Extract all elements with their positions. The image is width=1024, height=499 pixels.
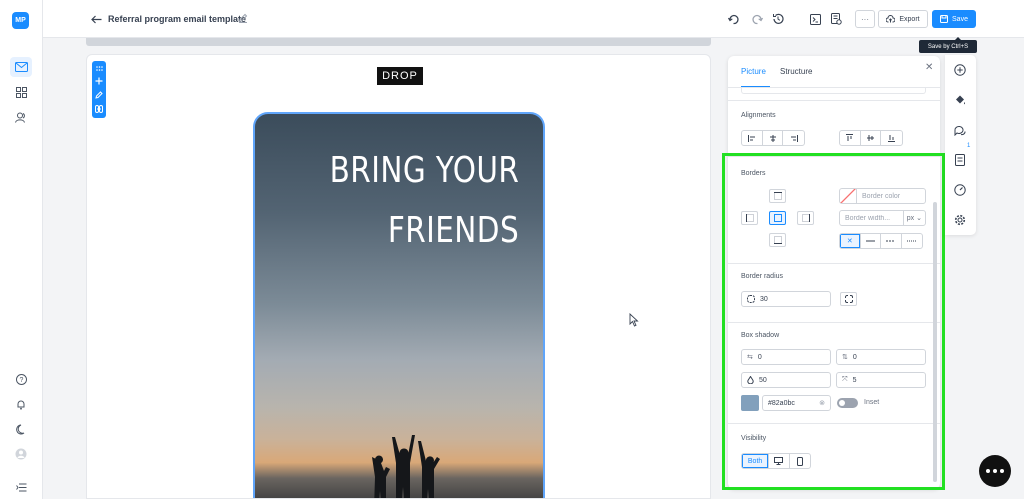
settings-gear-icon[interactable] bbox=[952, 212, 968, 228]
collapse-menu-icon[interactable] bbox=[10, 477, 32, 497]
edit-block-icon[interactable] bbox=[95, 91, 103, 99]
align-top-icon[interactable] bbox=[840, 131, 861, 145]
code-icon[interactable] bbox=[807, 11, 823, 27]
back-arrow-icon[interactable] bbox=[88, 11, 104, 27]
export-label: Export bbox=[899, 15, 920, 23]
chat-dot bbox=[986, 469, 990, 473]
align-right-icon[interactable] bbox=[783, 131, 804, 145]
align-center-icon[interactable] bbox=[763, 131, 784, 145]
speedometer-icon[interactable] bbox=[952, 182, 968, 198]
mouse-cursor-icon bbox=[629, 313, 639, 327]
highlight-box bbox=[722, 153, 945, 490]
structure-ruler bbox=[86, 38, 711, 46]
block-toolbar bbox=[92, 61, 106, 118]
info-badge-count: 1 bbox=[967, 143, 971, 149]
save-button[interactable]: Save bbox=[932, 10, 976, 28]
vertical-align-group bbox=[839, 130, 903, 146]
drag-handle-icon[interactable] bbox=[95, 66, 103, 71]
mail-icon[interactable] bbox=[10, 57, 32, 77]
floppy-icon bbox=[940, 15, 949, 23]
left-rail: MP ? bbox=[0, 0, 43, 499]
alignments-label: Alignments bbox=[741, 112, 776, 119]
tab-picture[interactable]: Picture bbox=[741, 67, 766, 76]
hero-headline-line2: FRIENDS bbox=[387, 210, 519, 251]
redo-icon[interactable] bbox=[749, 11, 765, 27]
save-label: Save bbox=[952, 15, 968, 23]
avatar[interactable] bbox=[10, 444, 32, 464]
close-icon[interactable]: ✕ bbox=[925, 62, 933, 73]
tab-structure[interactable]: Structure bbox=[780, 67, 812, 76]
svg-text:?: ? bbox=[19, 377, 23, 384]
section-divider bbox=[728, 100, 940, 101]
moon-icon[interactable] bbox=[10, 419, 32, 439]
paint-bucket-icon[interactable] bbox=[952, 92, 968, 108]
history-icon[interactable] bbox=[770, 11, 786, 27]
comments-icon[interactable] bbox=[952, 122, 968, 138]
app-logo[interactable]: MP bbox=[12, 12, 29, 29]
bell-icon[interactable] bbox=[10, 394, 32, 414]
friends-silhouette bbox=[372, 435, 440, 498]
export-button[interactable]: Export bbox=[878, 10, 928, 28]
tool-strip bbox=[945, 55, 976, 235]
more-options-button[interactable]: ··· bbox=[855, 10, 875, 28]
hero-headline-line1: BRING YOUR bbox=[329, 150, 519, 191]
undo-icon[interactable] bbox=[725, 11, 741, 27]
add-icon[interactable] bbox=[95, 77, 103, 85]
users-icon[interactable] bbox=[10, 107, 32, 127]
chat-dot bbox=[1000, 469, 1004, 473]
align-bottom-icon[interactable] bbox=[881, 131, 902, 145]
email-canvas[interactable]: DROP BRING YOUR FRIENDS bbox=[86, 54, 711, 499]
test-email-icon[interactable] bbox=[828, 11, 844, 27]
link-icon[interactable] bbox=[95, 105, 103, 113]
template-title: Referral program email template bbox=[108, 14, 247, 24]
template-info-icon[interactable] bbox=[952, 152, 968, 168]
help-icon[interactable]: ? bbox=[10, 369, 32, 389]
align-left-icon[interactable] bbox=[742, 131, 763, 145]
chat-button[interactable] bbox=[979, 455, 1011, 487]
chat-dot bbox=[993, 469, 997, 473]
grid-icon[interactable] bbox=[10, 82, 32, 102]
horizontal-align-group bbox=[741, 130, 805, 146]
save-tooltip: Save by Ctrl+S bbox=[919, 37, 977, 53]
hero-image[interactable]: BRING YOUR FRIENDS bbox=[253, 112, 545, 498]
align-middle-icon[interactable] bbox=[861, 131, 882, 145]
collapsed-field-stub bbox=[741, 88, 926, 94]
add-block-icon[interactable] bbox=[952, 62, 968, 78]
cloud-upload-icon bbox=[886, 15, 896, 23]
pencil-icon[interactable] bbox=[238, 13, 248, 25]
brand-logo[interactable]: DROP bbox=[377, 67, 423, 85]
